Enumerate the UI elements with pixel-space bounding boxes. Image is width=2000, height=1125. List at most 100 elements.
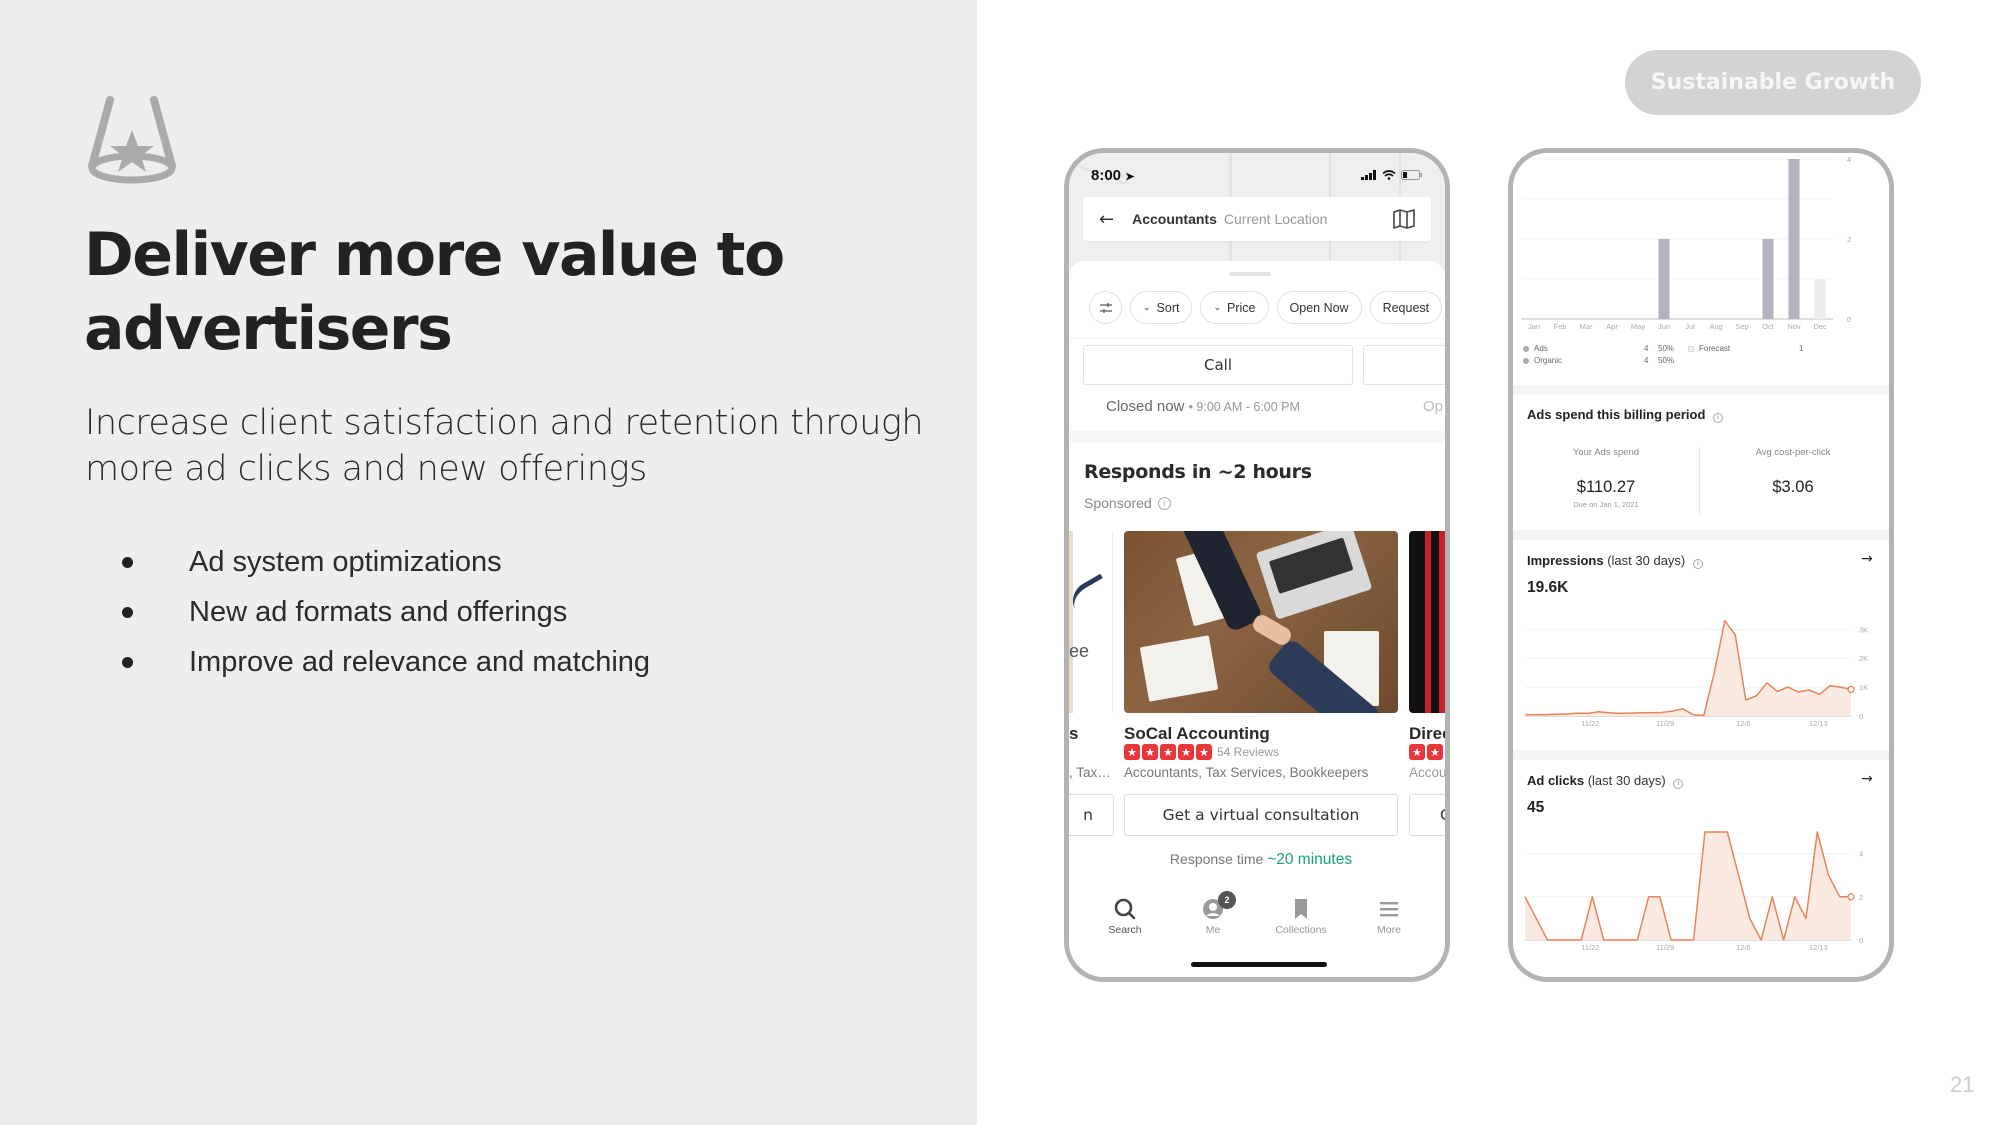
legend-marker [1523, 357, 1529, 364]
star-icon: ★ [1445, 744, 1450, 760]
avg-cpc: Avg cost-per-click $3.06 [1700, 447, 1886, 497]
bullet-dot [122, 556, 133, 568]
tab-me[interactable]: 2 Me [1178, 891, 1248, 947]
ad-clicks-section[interactable]: Ad clicks (last 30 days) i → 45 0 2 4 11/22… [1513, 760, 1889, 977]
business-name-right[interactable]: Direc [1409, 724, 1445, 744]
chip-label: Request [1382, 300, 1430, 315]
bar [1762, 239, 1774, 319]
star-cone-icon [88, 96, 176, 184]
due-date: Due on Jan 1, 2021 [1573, 500, 1639, 509]
last-point-marker [1847, 685, 1855, 694]
business-card-right-image[interactable] [1409, 531, 1445, 713]
chevron-down-icon: ⌄ [1143, 302, 1151, 312]
x-tick-label: 12/13 [1809, 719, 1828, 728]
x-tick-label: 11/22 [1581, 719, 1599, 728]
area-fill [1525, 620, 1851, 716]
bar [1658, 239, 1670, 319]
filter-request[interactable]: Request [1369, 291, 1443, 324]
star-icon: ★ [1142, 744, 1158, 760]
search-bar[interactable]: ← Accountants Current Location [1083, 197, 1431, 241]
business-categories: Accountants, Tax Services, Bookkeepers [1124, 765, 1369, 780]
spend-label: Your Ads spend [1572, 447, 1640, 458]
notification-badge: 2 [1218, 891, 1236, 909]
cpc-value: $3.06 [1772, 478, 1814, 496]
x-tick-label: Nov [1787, 322, 1801, 331]
ads-spend-title-text: Ads spend this billing period [1527, 407, 1706, 422]
location-arrow-icon: ➤ [1125, 170, 1135, 183]
response-value: ~20 minutes [1267, 851, 1353, 868]
consult-button-left[interactable]: n [1069, 794, 1114, 836]
call-button[interactable]: Call [1083, 345, 1353, 385]
legend-count: 4 [1644, 356, 1649, 365]
sponsored-label: Sponsored i [1084, 495, 1171, 511]
slide-title: Deliver more value to advertisers [84, 220, 785, 364]
tab-label: More [1377, 924, 1401, 936]
call-button-next[interactable] [1363, 345, 1445, 385]
tab-label: Me [1205, 924, 1221, 936]
results-sheet: ⌄ Sort ⌄ Price Open Now Request Call Close… [1069, 261, 1447, 977]
sliders-icon [1099, 302, 1112, 313]
x-tick-label: Jan [1528, 322, 1540, 331]
section-divider [1069, 431, 1445, 443]
bullet-dot [122, 656, 133, 668]
virtual-consultation-button[interactable]: Get a virtual consultation [1124, 794, 1398, 836]
impressions-section[interactable]: Impressions (last 30 days) i → 19.6K 0 1K… [1513, 540, 1889, 750]
info-icon[interactable]: i [1713, 412, 1724, 423]
x-tick-label: 11/29 [1656, 719, 1674, 728]
tab-collections[interactable]: Collections [1266, 897, 1336, 947]
bullet-text: Ad system optimizations [189, 545, 502, 578]
filter-open-now[interactable]: Open Now [1276, 291, 1362, 324]
sponsored-text: Sponsored [1084, 495, 1152, 511]
star-icon: ★ [1178, 744, 1194, 760]
area-fill [1525, 832, 1851, 940]
home-indicator [1191, 962, 1327, 967]
bullet-dot [122, 606, 133, 618]
phone-ads-dashboard: 0 2 4 Jan Feb Mar Apr May Jun Jul Aug Sep Oct Nov Dec … [1508, 148, 1894, 982]
x-tick-label: Jul [1685, 322, 1695, 331]
consult-button-right[interactable]: G [1409, 794, 1445, 836]
search-term[interactable]: Accountants [1132, 211, 1217, 227]
business-card-left-image[interactable]: ee [1069, 531, 1113, 713]
filter-price[interactable]: ⌄ Price [1200, 291, 1269, 324]
sheet-handle[interactable] [1229, 272, 1271, 276]
x-tick-label: Dec [1813, 322, 1827, 331]
business-photo[interactable] [1124, 531, 1398, 713]
legend-count: 1 [1799, 344, 1804, 353]
review-count[interactable]: 54 Reviews [1217, 745, 1279, 759]
status-time: 8:00 [1091, 166, 1122, 184]
arrow-left-icon[interactable]: ← [1099, 209, 1114, 230]
response-label: Response time [1169, 851, 1264, 867]
info-icon[interactable]: i [1157, 496, 1171, 510]
y-tick-label: 4 [1859, 850, 1863, 859]
y-tick-label: 0 [1859, 712, 1863, 721]
y-tick-label: 4 [1847, 155, 1851, 164]
star-icon: ★ [1196, 744, 1212, 760]
tab-more[interactable]: More [1354, 897, 1424, 947]
x-tick-label: Sep [1735, 322, 1748, 331]
bookmark-icon [1295, 899, 1307, 919]
forecast-bar [1814, 279, 1826, 319]
search-icon [1114, 898, 1136, 920]
ads-spend-title: Ads spend this billing period i [1527, 407, 1724, 423]
legend-label: Ads [1534, 344, 1548, 353]
business-categories-right: Accou [1409, 765, 1447, 780]
x-tick-label: Jun [1658, 322, 1670, 331]
filter-sort[interactable]: ⌄ Sort [1130, 291, 1193, 324]
bullet-text: New ad formats and offerings [189, 595, 568, 628]
legend-organic: Organic 4 50% [1523, 356, 1674, 365]
star-icon: ★ [1427, 744, 1443, 760]
chip-label: Open Now [1289, 300, 1349, 315]
closed-status: Closed now [1106, 398, 1185, 415]
section-badge: Sustainable Growth [1625, 50, 1921, 115]
left-panel: Deliver more value to advertisers Increa… [0, 0, 977, 1125]
business-name-left[interactable]: s [1069, 724, 1078, 744]
bullet-item: Improve ad relevance and matching [120, 637, 650, 687]
wifi-icon [1382, 170, 1396, 180]
search-location[interactable]: Current Location [1224, 211, 1393, 227]
map-icon[interactable] [1393, 209, 1415, 229]
business-name[interactable]: SoCal Accounting [1124, 724, 1270, 744]
slide-subtitle: Increase client satisfaction and retenti… [85, 403, 924, 489]
x-tick-label: May [1631, 322, 1645, 331]
filter-settings-button[interactable] [1089, 291, 1122, 324]
tab-search[interactable]: Search [1090, 897, 1160, 947]
